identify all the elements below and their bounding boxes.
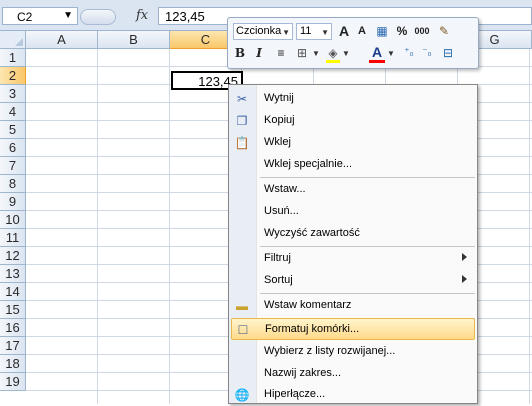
row-header[interactable]: 3 [0,85,26,103]
menu-item-label: Wyczyść zawartość [264,227,360,239]
menu-item-paste[interactable]: 📋 Wklej [231,132,475,154]
menu-item-cut[interactable]: ✂ Wytnij [231,88,475,110]
context-menu: ✂ Wytnij ❐ Kopiuj 📋 Wklej Wklej specjaln… [228,84,478,404]
row-header[interactable]: 7 [0,157,26,175]
menu-item-name-range[interactable]: Nazwij zakres... [231,363,475,385]
grow-font-button[interactable]: A [335,22,353,40]
submenu-arrow-icon [462,253,467,261]
menu-item-copy[interactable]: ❐ Kopiuj [231,110,475,132]
row-header[interactable]: 4 [0,103,26,121]
font-size-box[interactable]: 11 ▼ [296,23,332,40]
select-all-button[interactable] [0,31,26,49]
chevron-down-icon[interactable]: ▼ [282,25,290,39]
menu-item-label: Wklej [264,136,291,148]
row-header[interactable]: 16 [0,319,26,337]
mini-toolbar: Czcionka ▼ 11 ▼ A A ▦ % 000 ✎ B I ≡ ⊞ ◈ … [227,17,479,69]
row-header[interactable]: 19 [0,373,26,391]
font-color-swatch [369,60,385,63]
chevron-down-icon[interactable]: ▼ [63,10,73,21]
format-cells-icon: ☐ [237,323,249,337]
row-header[interactable]: 2 [0,67,26,85]
menu-separator [260,246,475,247]
menu-item-delete[interactable]: Usuń... [231,201,475,223]
shrink-font-button[interactable]: A [353,22,371,40]
scissors-icon: ✂ [236,92,248,106]
row-header[interactable]: 6 [0,139,26,157]
chevron-down-icon[interactable]: ▼ [312,49,320,58]
submenu-arrow-icon [462,275,467,283]
merge-center-icon[interactable]: ⊟ [439,44,457,62]
menu-item-label: Formatuj komórki... [265,323,360,335]
accounting-format-icon[interactable]: ▦ [373,22,391,40]
row-header[interactable]: 1 [0,49,26,67]
font-color-button[interactable]: A [368,43,386,61]
menu-item-label: Wklej specjalnie... [264,158,353,170]
row-header[interactable]: 11 [0,229,26,247]
copy-icon: ❐ [236,114,248,128]
row-header[interactable]: 9 [0,193,26,211]
menu-item-filter[interactable]: Filtruj [231,248,475,270]
chevron-down-icon[interactable]: ▼ [342,49,350,58]
comment-icon: ▬ [236,299,248,313]
borders-icon[interactable]: ⊞ [293,44,311,62]
menu-item-label: Wytnij [264,92,294,104]
menu-item-sort[interactable]: Sortuj [231,270,475,292]
menu-item-label: Hiperłącze... [264,388,326,400]
menu-item-label: Nazwij zakres... [264,367,342,379]
decrease-decimal-icon[interactable]: ⁻₀ [418,44,436,62]
font-size-value: 11 [300,25,312,37]
increase-decimal-icon[interactable]: ⁺₀ [400,44,418,62]
name-box-value: C2 [17,10,33,24]
row-header[interactable]: 12 [0,247,26,265]
chevron-down-icon[interactable]: ▼ [387,49,395,58]
menu-item-format-cells[interactable]: ☐ Formatuj komórki... [231,318,475,340]
bold-button[interactable]: B [231,44,249,62]
menu-separator [260,177,475,178]
chevron-down-icon[interactable]: ▼ [321,25,329,40]
column-header-b[interactable]: B [98,31,170,49]
menu-item-label: Wstaw... [264,183,306,195]
percent-style-button[interactable]: % [393,22,411,40]
font-name-value: Czcionka [236,25,282,37]
format-painter-icon[interactable]: ✎ [435,22,453,40]
menu-item-paste-special[interactable]: Wklej specjalnie... [231,154,475,176]
menu-item-label: Kopiuj [264,114,295,126]
menu-item-clear-contents[interactable]: Wyczyść zawartość [231,223,475,245]
menu-item-pick-from-list[interactable]: Wybierz z listy rozwijanej... [231,341,475,363]
row-header[interactable]: 5 [0,121,26,139]
formula-bar-splitter[interactable] [80,9,116,25]
row-header[interactable]: 13 [0,265,26,283]
row-header[interactable]: 8 [0,175,26,193]
menu-separator [260,293,475,294]
name-box[interactable]: C2 ▼ [2,7,78,25]
row-header[interactable]: 10 [0,211,26,229]
paste-icon: 📋 [234,136,250,150]
row-header[interactable]: 18 [0,355,26,373]
menu-item-insert-comment[interactable]: ▬ Wstaw komentarz [231,295,475,317]
row-header[interactable]: 14 [0,283,26,301]
hyperlink-icon: 🌐 [234,388,250,402]
align-center-icon[interactable]: ≡ [272,44,290,62]
column-header-a[interactable]: A [26,31,98,49]
fill-color-swatch [326,60,340,63]
comma-style-button[interactable]: 000 [411,22,433,40]
menu-item-label: Sortuj [264,274,293,286]
menu-item-label: Wybierz z listy rozwijanej... [264,345,396,357]
formula-value: 123,45 [165,9,205,24]
menu-item-label: Usuń... [264,205,299,217]
menu-item-label: Filtruj [264,252,291,264]
menu-item-hyperlink[interactable]: 🌐 Hiperłącze... [231,384,475,406]
font-name-box[interactable]: Czcionka ▼ [233,23,293,40]
row-header[interactable]: 15 [0,301,26,319]
italic-button[interactable]: I [250,44,268,62]
menu-item-label: Wstaw komentarz [264,299,352,311]
insert-function-icon[interactable]: fx [136,8,148,23]
menu-item-insert[interactable]: Wstaw... [231,179,475,201]
row-header[interactable]: 17 [0,337,26,355]
